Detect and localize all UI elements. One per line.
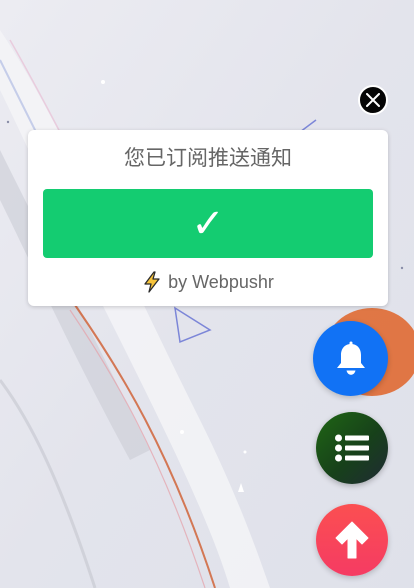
subscription-popup: 您已订阅推送通知 ✓ by Webpushr	[28, 130, 388, 306]
webpushr-credit-link[interactable]: by Webpushr	[28, 271, 388, 293]
list-icon	[335, 434, 369, 462]
close-button[interactable]	[358, 85, 388, 115]
arrow-up-icon	[335, 521, 369, 559]
confirm-button[interactable]: ✓	[43, 189, 373, 258]
scroll-to-top-button[interactable]	[316, 504, 388, 576]
checkmark-icon: ✓	[191, 200, 225, 247]
notification-bell-button[interactable]	[313, 321, 388, 396]
menu-list-button[interactable]	[316, 412, 388, 484]
credit-text: by Webpushr	[168, 272, 274, 292]
popup-title: 您已订阅推送通知	[124, 147, 292, 170]
lightning-bolt-icon	[144, 271, 160, 293]
close-icon	[366, 93, 380, 107]
bell-icon	[336, 341, 365, 375]
